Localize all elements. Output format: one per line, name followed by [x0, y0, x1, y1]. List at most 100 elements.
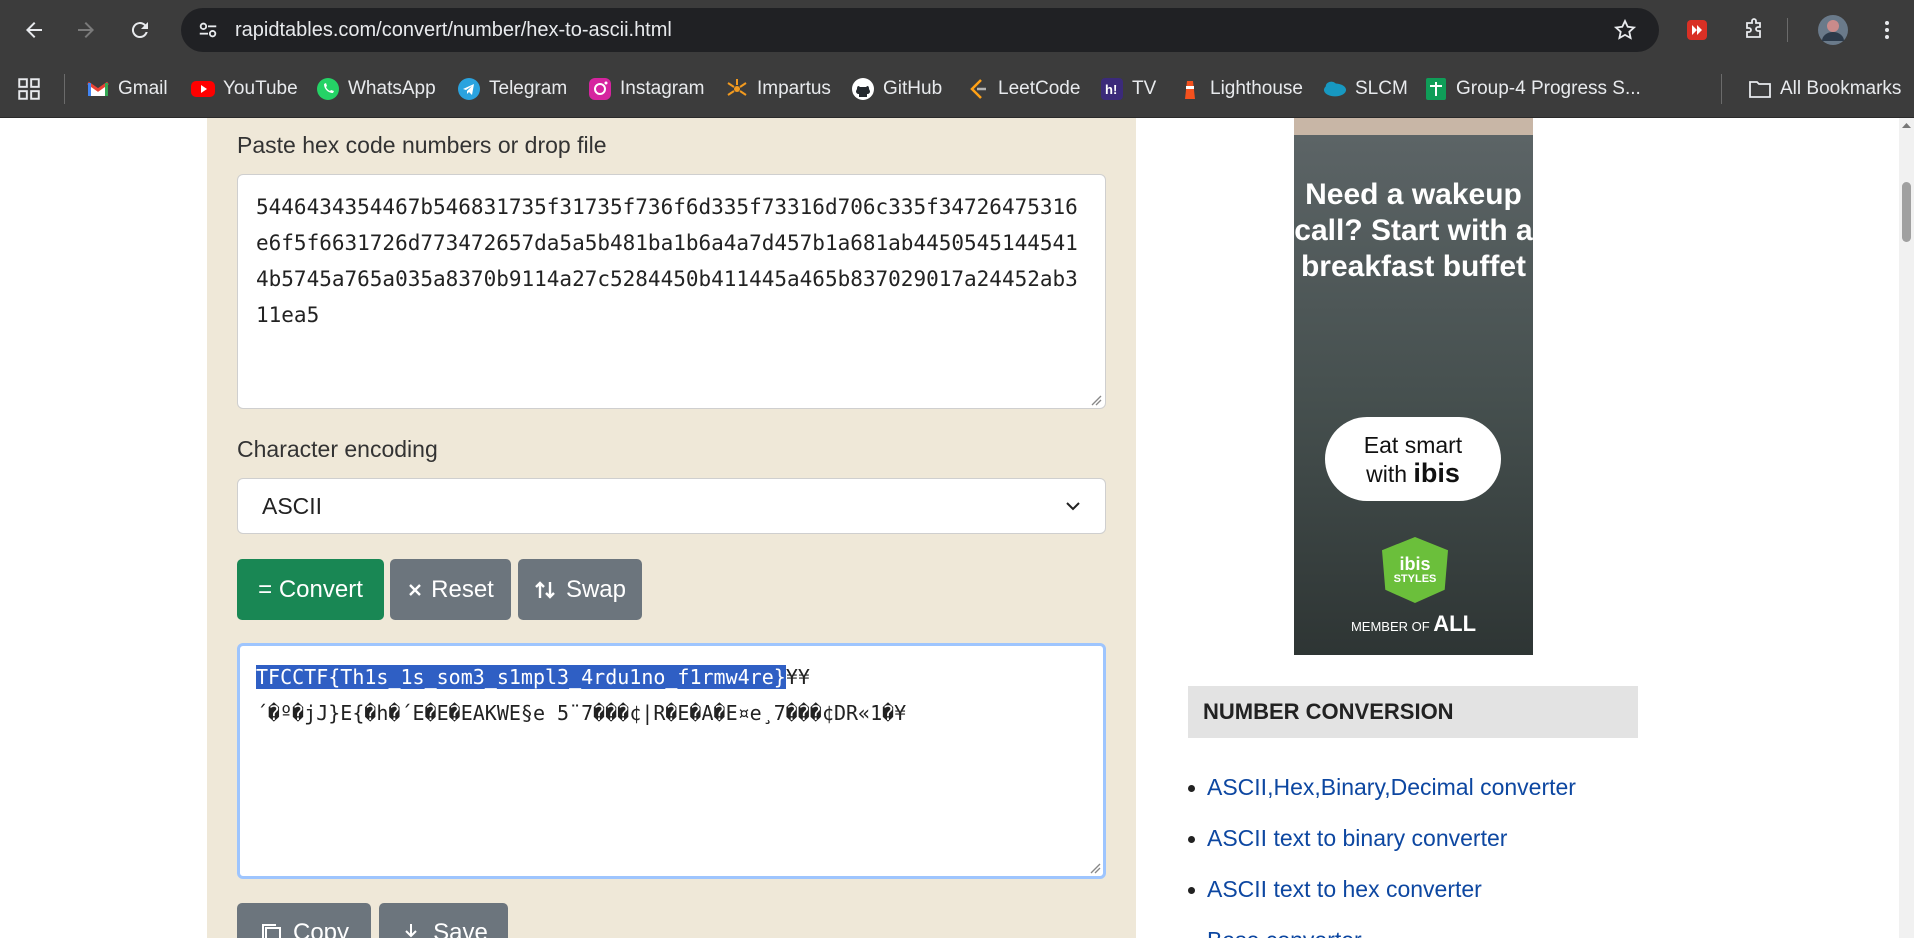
apps-button[interactable] [16, 74, 42, 104]
output-text-line2: ´�º�jJ}E{�h�´E�E�EAKWE§e 5¨7���¢|R�E�A�E… [256, 701, 907, 725]
resize-handle-icon[interactable] [1090, 394, 1102, 406]
browser-toolbar: rapidtables.com/convert/number/hex-to-as… [0, 0, 1914, 60]
back-arrow-icon [26, 22, 42, 38]
encoding-selected-value: ASCII [262, 492, 323, 519]
hex-input-label: Paste hex code numbers or drop file [237, 132, 607, 158]
profile-avatar[interactable] [1816, 13, 1850, 47]
bookmark-youtube[interactable]: YouTube [191, 74, 298, 104]
bookmark-label: YouTube [223, 78, 298, 99]
reload-button[interactable] [124, 14, 156, 46]
bookmark-label: Impartus [757, 78, 831, 99]
bookmark-star-icon[interactable] [1613, 18, 1637, 47]
copy-button[interactable]: Copy [237, 903, 371, 938]
advertisement[interactable]: Need a wakeup call? Start with a breakfa… [1294, 135, 1533, 655]
youtube-icon [191, 77, 215, 101]
slcm-icon [1323, 77, 1347, 101]
extension-button[interactable] [1680, 13, 1714, 47]
bookmark-label: SLCM [1355, 78, 1408, 99]
convert-button[interactable]: = Convert [237, 559, 384, 620]
bookmark-instagram[interactable]: Instagram [588, 74, 704, 104]
url-text: rapidtables.com/convert/number/hex-to-as… [235, 19, 672, 41]
folder-icon [1748, 77, 1772, 101]
site-info-icon[interactable] [197, 19, 219, 46]
bookmarks-divider [64, 74, 65, 104]
bookmark-label: WhatsApp [348, 78, 436, 99]
ad-cta-pill[interactable]: Eat smart with ibis [1325, 417, 1501, 501]
puzzle-icon [1746, 18, 1761, 38]
hex-input-textarea[interactable]: 5446434354467b546831735f31735f736f6d335f… [237, 174, 1106, 409]
sidebar-link[interactable]: ASCII,Hex,Binary,Decimal converter [1188, 774, 1576, 801]
logo-line1: ibis [1399, 554, 1431, 574]
bookmarks-divider [1721, 74, 1722, 104]
toolbar-divider [1787, 18, 1788, 42]
address-bar[interactable]: rapidtables.com/convert/number/hex-to-as… [181, 8, 1659, 52]
swap-label: Swap [565, 575, 627, 603]
bookmark-group4[interactable]: Group-4 Progress S... [1424, 74, 1641, 104]
telegram-icon [457, 77, 481, 101]
extension-red-icon [1687, 20, 1707, 40]
bookmark-gmail[interactable]: Gmail [86, 74, 168, 104]
output-text-line1-rest: ¥¥ [785, 665, 810, 689]
ad-top-image [1294, 118, 1533, 135]
swap-arrows-icon [535, 580, 555, 599]
page-viewport: Paste hex code numbers or drop file 5446… [0, 118, 1914, 938]
sidebar-link[interactable]: ASCII text to binary converter [1187, 825, 1507, 852]
scrollbar-thumb[interactable] [1902, 182, 1911, 242]
encoding-label: Character encoding [237, 436, 438, 462]
ad-headline: Need a wakeup call? Start with a breakfa… [1294, 178, 1533, 283]
svg-text:h!: h! [1105, 82, 1117, 97]
avatar-icon [1818, 15, 1848, 45]
extensions-menu-button[interactable] [1737, 13, 1771, 47]
bookmark-impartus[interactable]: Impartus [725, 74, 831, 104]
bookmark-whatsapp[interactable]: WhatsApp [316, 74, 436, 104]
reset-label: Reset [431, 575, 494, 603]
bookmark-label: Instagram [620, 78, 705, 99]
logo-line2: STYLES [1393, 573, 1437, 585]
bookmarks-bar: Gmail YouTube WhatsApp Telegram Instagra… [0, 60, 1914, 118]
save-button[interactable]: Save [379, 903, 508, 938]
back-button[interactable] [18, 14, 50, 46]
whatsapp-icon [316, 77, 340, 101]
bookmark-label: Group-4 Progress S... [1456, 78, 1641, 99]
lighthouse-icon [1178, 77, 1202, 101]
page-scrollbar[interactable] [1899, 118, 1914, 938]
sidebar-link[interactable]: ASCII text to hex converter [1188, 876, 1482, 903]
member-prefix: MEMBER OF [1350, 619, 1434, 634]
bookmark-github[interactable]: GitHub [851, 74, 942, 104]
ad-pill-line2: with ibis [1325, 459, 1501, 488]
bookmark-label: Gmail [118, 78, 168, 99]
scroll-up-arrow-icon[interactable] [1902, 121, 1911, 130]
encoding-select[interactable]: ASCII [237, 478, 1106, 534]
ascii-output-textarea[interactable]: TFCCTF{Th1s_1s_som3_s1mpl3_4rdu1no_f1rmw… [237, 643, 1106, 879]
reset-button[interactable]: Reset [390, 559, 511, 620]
bookmark-label: Lighthouse [1210, 78, 1303, 99]
apps-grid-icon [18, 78, 40, 100]
gmail-icon [86, 77, 110, 101]
download-icon [405, 924, 417, 938]
bookmark-slcm[interactable]: SLCM [1323, 74, 1408, 104]
ad-pill-line1: Eat smart [1363, 432, 1463, 458]
bookmark-tv[interactable]: h! TV [1100, 74, 1156, 104]
all-bookmarks-button[interactable]: All Bookmarks [1748, 74, 1901, 104]
number-conversion-heading: NUMBER CONVERSION [1188, 686, 1638, 738]
forward-button[interactable] [70, 14, 102, 46]
swap-button[interactable]: Swap [518, 559, 642, 620]
tv-icon: h! [1100, 77, 1124, 101]
member-brand: ALL [1433, 611, 1477, 636]
output-selected-text: TFCCTF{Th1s_1s_som3_s1mpl3_4rdu1no_f1rmw… [256, 665, 786, 689]
bookmark-leetcode[interactable]: LeetCode [966, 74, 1080, 104]
instagram-icon [588, 77, 612, 101]
ibis-styles-logo: ibis STYLES [1382, 537, 1448, 603]
reload-icon [131, 22, 148, 39]
bookmark-telegram[interactable]: Telegram [457, 74, 567, 104]
browser-menu-button[interactable] [1870, 13, 1904, 47]
close-icon [409, 583, 421, 596]
chevron-down-icon [1066, 502, 1080, 511]
ad-pill-brand: ibis [1413, 458, 1460, 488]
copy-label: Copy [292, 919, 350, 938]
sidebar-link[interactable]: Base converter [1207, 927, 1362, 938]
sheets-icon [1424, 77, 1448, 101]
resize-handle-icon[interactable] [1089, 862, 1101, 874]
convert-label: = Convert [258, 575, 363, 603]
bookmark-lighthouse[interactable]: Lighthouse [1178, 74, 1303, 104]
